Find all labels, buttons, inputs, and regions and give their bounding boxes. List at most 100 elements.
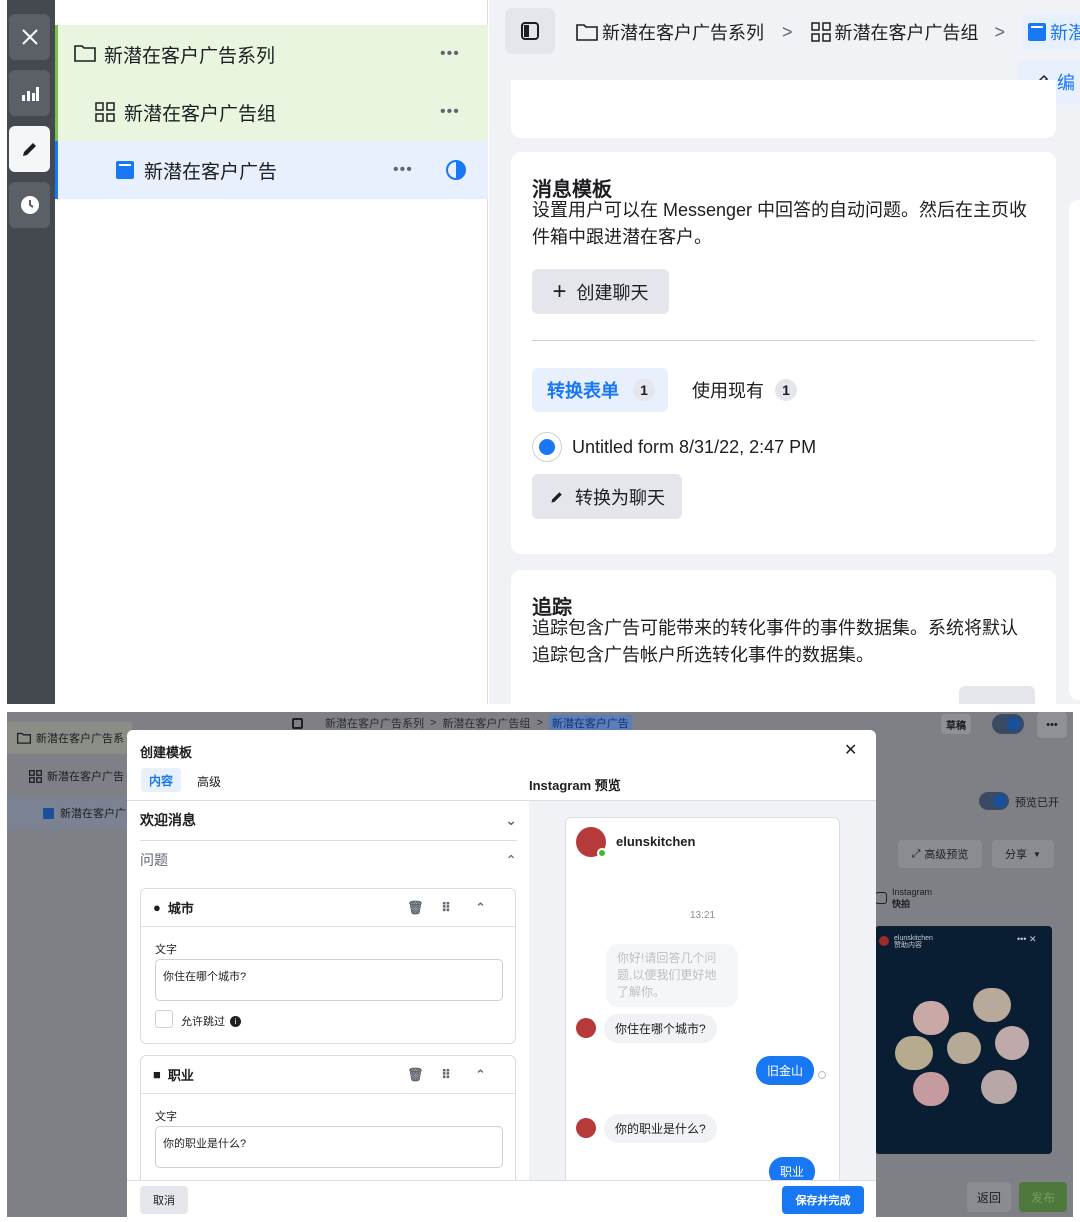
dialog-footer: 取消 保存并完成 <box>127 1180 876 1217</box>
bg-placement: Instagram 快拍 <box>875 886 932 910</box>
chevron-down-icon: ⌄ <box>505 811 517 828</box>
bg-toggle <box>992 714 1024 734</box>
ad-icon <box>116 161 134 179</box>
info-icon: i <box>230 1015 241 1027</box>
toggle-panel-button[interactable] <box>505 8 555 54</box>
previous-card <box>511 80 1056 138</box>
tab-content[interactable]: 内容 <box>141 768 181 792</box>
close-icon <box>21 29 38 45</box>
tab-advanced[interactable]: 高级 <box>197 773 221 790</box>
drag-handle-icon[interactable]: ⠿ <box>441 1067 451 1083</box>
pencil-icon <box>551 491 562 503</box>
grid-icon <box>29 769 42 783</box>
bg-more: ••• <box>1037 712 1067 738</box>
tree-item-ad[interactable]: 新潜在客户广告 ••• <box>55 141 488 199</box>
half-circle-icon <box>446 160 466 180</box>
dialog-title: 创建模板 <box>140 745 193 760</box>
breadcrumb-ad[interactable]: 新潜 <box>1022 14 1080 50</box>
avatar <box>576 1118 596 1138</box>
more-icon[interactable]: ••• <box>440 103 460 121</box>
side-card <box>1069 200 1080 700</box>
bg-draft-badge: 草稿 <box>941 714 971 734</box>
count-badge: 1 <box>633 379 655 401</box>
breadcrumb: 新潜在客户广告系列 > 新潜在客户广告组 > <box>576 20 1021 44</box>
sidebar-icon <box>521 22 539 40</box>
briefcase-icon: ■ <box>153 1067 161 1082</box>
chevron-up-icon: ⌃ <box>505 851 517 868</box>
clock-icon <box>20 196 39 214</box>
campaign-tree: 新潜在客户广告系列 ••• 新潜在客户广告组 ••• 新潜在客户广告 ••• <box>55 0 488 704</box>
bg-publish: 发布 <box>1019 1182 1067 1212</box>
trash-icon[interactable]: 🗑 <box>407 1067 424 1083</box>
bottom-screenshot: 新潜在客户广告系 新潜在客户广告 新潜在客户广 新潜在客户广告系列 > 新潜在客户… <box>7 712 1073 1217</box>
divider <box>532 340 1035 341</box>
preview-title: Instagram 预览 <box>529 778 621 793</box>
bg-advanced-preview: ⤢ 高级预览 <box>898 840 982 868</box>
message-template-card: 消息模板 设置用户可以在 Messenger 中回答的自动问题。然后在主页收件箱… <box>511 152 1056 554</box>
bg-tree-item: 新潜在客户广告 <box>7 760 132 792</box>
expand-icon: ⤢ <box>911 847 921 860</box>
instagram-icon <box>875 892 887 904</box>
bg-story-image: elunskitchen 赞助内容 ••• ✕ <box>875 926 1052 1154</box>
chart-icon <box>21 87 39 101</box>
form-radio[interactable] <box>532 432 562 462</box>
count-badge: 1 <box>775 379 797 401</box>
tab-instant-form[interactable]: 转换表单 1 <box>532 368 668 412</box>
tree-item-label: 新潜在客户广告组 <box>124 103 277 125</box>
questions-section[interactable]: 问题 ⌃ <box>140 840 517 880</box>
question-text-input[interactable]: 你的职业是什么? <box>155 1126 503 1168</box>
sidebar-icon <box>292 717 303 729</box>
bg-tree-item: 新潜在客户广告系 <box>7 722 132 754</box>
question-card-city: ● 城市 🗑 ⠿ ⌃ 文字 你住在哪个城市? 允许跳过 i <box>140 888 516 1044</box>
save-and-finish-button[interactable]: 保存并完成 <box>782 1186 864 1214</box>
preview-area: elunskitchen 13:21 你好!请回答几个问题,以便我们更好地了解你… <box>529 801 876 1187</box>
convert-to-chat-button[interactable]: 转换为聊天 <box>532 474 682 519</box>
tree-item-campaign[interactable]: 新潜在客户广告系列 ••• <box>55 25 488 83</box>
section-description: 追踪包含广告可能带来的转化事件的事件数据集。系统将默认追踪包含广告帐户所选转化事… <box>532 618 1018 665</box>
location-pin-icon: ● <box>153 900 161 915</box>
more-icon[interactable]: ••• <box>440 45 460 63</box>
edit-button[interactable] <box>9 126 50 172</box>
close-icon[interactable]: ✕ <box>844 740 857 760</box>
breadcrumb-campaign[interactable]: 新潜在客户广告系列 <box>602 19 764 45</box>
trash-icon[interactable]: 🗑 <box>407 900 424 916</box>
ad-icon <box>43 807 54 819</box>
phone-preview: elunskitchen 13:21 你好!请回答几个问题,以便我们更好地了解你… <box>565 817 840 1187</box>
editor-panel: 新潜在客户广告系列 > 新潜在客户广告组 > 新潜 编 消息模板 设置用户可以在… <box>489 0 1080 704</box>
tree-item-label: 新潜在客户广告系列 <box>104 45 276 67</box>
grid-icon <box>810 22 831 42</box>
pencil-icon <box>22 143 36 156</box>
settings-button[interactable] <box>959 686 1035 704</box>
create-chat-button[interactable]: + 创建聊天 <box>532 269 669 314</box>
tree-item-adset[interactable]: 新潜在客户广告组 ••• <box>55 83 488 141</box>
breadcrumb-adset[interactable]: 新潜在客户广告组 <box>835 19 979 45</box>
form-name: Untitled form 8/31/22, 2:47 PM <box>572 437 817 457</box>
bg-tree-item: 新潜在客户广 <box>7 796 132 830</box>
welcome-section[interactable]: 欢迎消息 ⌄ <box>140 800 517 840</box>
question-text-input[interactable]: 你住在哪个城市? <box>155 959 503 1001</box>
ad-icon <box>1028 23 1046 41</box>
bg-preview-toggle <box>979 792 1009 810</box>
more-icon[interactable]: ••• <box>393 161 413 179</box>
close-button[interactable] <box>9 14 50 60</box>
tab-use-existing[interactable]: 使用现有 1 <box>692 368 797 412</box>
history-button[interactable] <box>9 182 50 228</box>
allow-skip-checkbox[interactable] <box>155 1010 173 1028</box>
chevron-up-icon[interactable]: ⌃ <box>475 1067 486 1083</box>
section-description: 设置用户可以在 Messenger 中回答的自动问题。然后在主页收件箱中跟进潜在… <box>532 200 1028 247</box>
chevron-right-icon: > <box>994 21 1006 42</box>
folder-icon <box>74 45 96 62</box>
tree-item-label: 新潜在客户广告 <box>144 161 278 183</box>
charts-button[interactable] <box>9 70 50 116</box>
create-template-dialog: 创建模板 ✕ 内容 高级 Instagram 预览 欢迎消息 ⌄ 问题 ⌃ ● … <box>127 730 876 1217</box>
cancel-button[interactable]: 取消 <box>140 1186 188 1214</box>
bg-return: 返回 <box>967 1182 1011 1212</box>
folder-icon <box>17 732 31 744</box>
caret-down-icon: ▼ <box>1033 849 1041 859</box>
bg-share: 分享 ▼ <box>992 840 1054 868</box>
tracking-card: 追踪 追踪包含广告可能带来的转化事件的事件数据集。系统将默认追踪包含广告帐户所选… <box>511 570 1056 704</box>
grid-icon <box>95 102 115 122</box>
chevron-up-icon[interactable]: ⌃ <box>475 900 486 916</box>
left-rail <box>7 0 55 704</box>
drag-handle-icon[interactable]: ⠿ <box>441 900 451 916</box>
